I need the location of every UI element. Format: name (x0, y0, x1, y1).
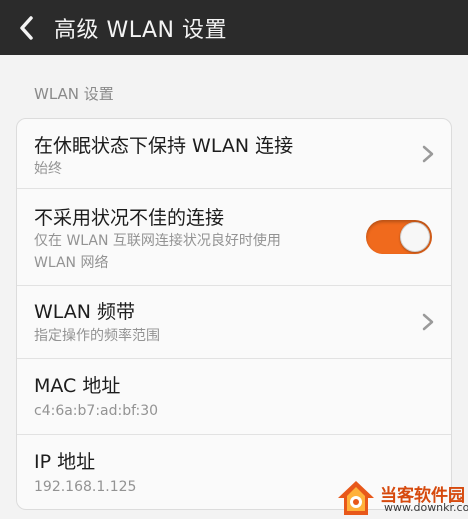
setting-mac: MAC 地址 c4:6a:b7:ad:bf:30 (17, 359, 451, 435)
back-button[interactable] (4, 0, 48, 55)
setting-value: c4:6a:b7:ad:bf:30 (34, 403, 159, 419)
house-logo-icon (338, 481, 374, 515)
toggle-knob (400, 222, 430, 252)
chevron-right-icon (422, 145, 434, 163)
setting-sleep-keep[interactable]: 在休眠状态下保持 WLAN 连接 始终 (17, 119, 451, 189)
setting-title: IP 地址 (34, 451, 96, 473)
setting-value: 192.168.1.125 (34, 479, 137, 495)
setting-value: 始终 (34, 161, 62, 177)
setting-title: MAC 地址 (34, 375, 121, 397)
setting-title: 在休眠状态下保持 WLAN 连接 (34, 135, 294, 157)
setting-band[interactable]: WLAN 频带 指定操作的频率范围 (17, 286, 451, 359)
settings-card: 在休眠状态下保持 WLAN 连接 始终 不采用状况不佳的连接 仅在 WLAN 互… (16, 118, 452, 510)
title-bar: 高级 WLAN 设置 (0, 0, 468, 55)
setting-description: WLAN 网络 (34, 255, 109, 271)
chevron-left-icon (20, 15, 33, 40)
section-header: WLAN 设置 (34, 85, 114, 103)
setting-description: 指定操作的频率范围 (34, 328, 160, 344)
page-title: 高级 WLAN 设置 (54, 17, 228, 43)
setting-title: WLAN 频带 (34, 301, 136, 323)
setting-title: 不采用状况不佳的连接 (34, 207, 225, 229)
avoid-poor-toggle[interactable] (366, 220, 432, 254)
watermark-url: www.downkr.com (384, 501, 468, 514)
chevron-right-icon (422, 313, 434, 331)
setting-description: 仅在 WLAN 互联网连接状况良好时使用 (34, 233, 281, 249)
watermark: 当客软件园 www.downkr.com (336, 478, 468, 519)
